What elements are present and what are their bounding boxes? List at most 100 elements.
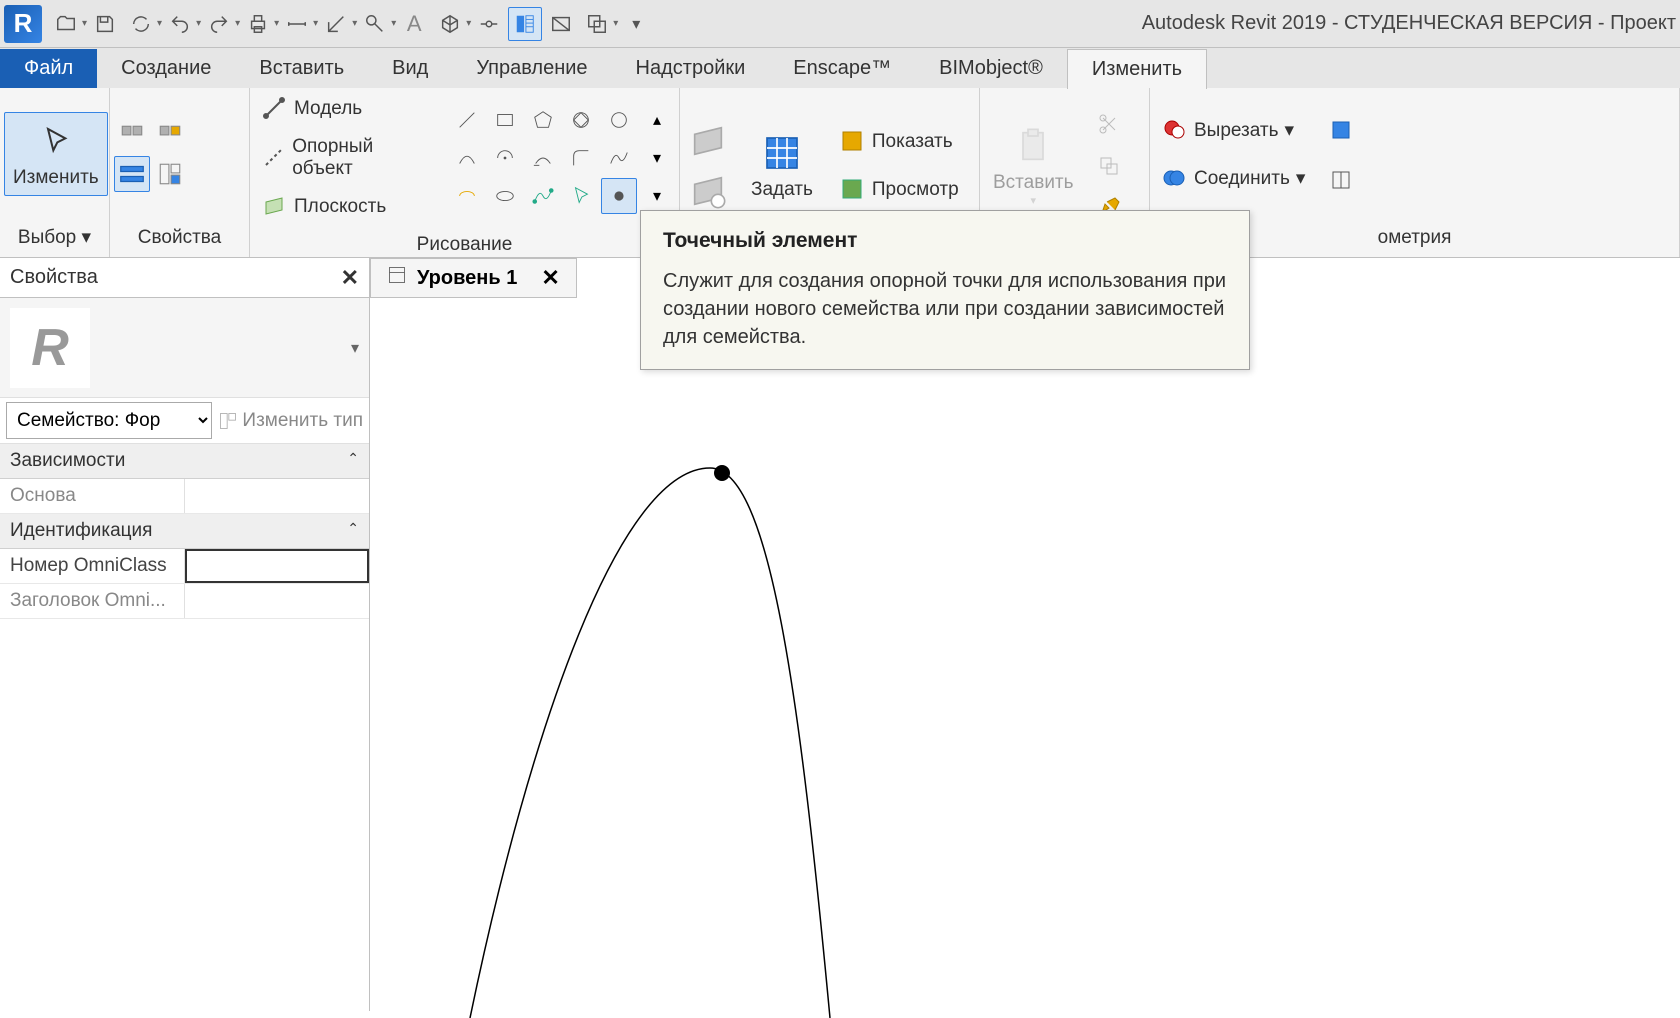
properties-icon[interactable] — [114, 118, 150, 154]
split-face-icon[interactable] — [1323, 162, 1359, 198]
set-workplane-button[interactable]: Задать — [742, 124, 822, 208]
tab-view[interactable]: Вид — [368, 49, 452, 88]
tooltip: Точечный элемент Служит для создания опо… — [640, 210, 1250, 370]
switch-windows-icon[interactable] — [580, 7, 614, 41]
line-tool-icon[interactable] — [449, 102, 485, 138]
more-mid-icon[interactable]: ▾ — [639, 140, 675, 176]
drawing-canvas[interactable] — [370, 298, 1680, 1018]
edit-type-button[interactable]: Изменить тип — [218, 410, 363, 432]
tab-file[interactable]: Файл — [0, 49, 97, 88]
ribbon-tabs: Файл Создание Вставить Вид Управление На… — [0, 48, 1680, 88]
show-icon — [840, 129, 866, 155]
viewer-button[interactable]: Просмотр — [832, 173, 967, 207]
customize-qat-icon[interactable]: ▾ — [619, 7, 653, 41]
section-icon[interactable] — [472, 7, 506, 41]
close-view-icon[interactable]: ✕ — [541, 265, 559, 291]
app-title: Autodesk Revit 2019 - СТУДЕНЧЕСКАЯ ВЕРСИ… — [1142, 12, 1676, 35]
view-icon — [387, 265, 407, 291]
save-icon[interactable] — [88, 7, 122, 41]
more-bot-icon[interactable]: ▾ — [639, 178, 675, 214]
properties-palette: Свойства ✕ R ▾ Семейство: Фор Изменить т… — [0, 258, 370, 1011]
tab-addins[interactable]: Надстройки — [612, 49, 770, 88]
open-icon[interactable] — [49, 7, 83, 41]
close-properties-icon[interactable]: ✕ — [341, 265, 359, 291]
grid-icon — [760, 131, 804, 175]
workplane-viewer-icon — [684, 167, 732, 215]
revit-logo-icon[interactable]: R — [4, 5, 42, 43]
tab-manage[interactable]: Управление — [452, 49, 611, 88]
copy-icon — [1091, 148, 1127, 184]
tooltip-body: Служит для создания опорной точки для ис… — [663, 267, 1227, 351]
content-area: Свойства ✕ R ▾ Семейство: Фор Изменить т… — [0, 258, 1680, 1011]
reference-plane-button[interactable]: Плоскость — [254, 190, 437, 224]
plane-icon — [262, 194, 288, 220]
arc-center-icon[interactable] — [487, 140, 523, 176]
group-identity[interactable]: Идентификация⌃ — [0, 514, 369, 549]
view-tab-label: Уровень 1 — [417, 267, 517, 290]
tag-icon[interactable] — [358, 7, 392, 41]
more-down-icon[interactable]: ▴ — [639, 102, 675, 138]
tab-insert[interactable]: Вставить — [235, 49, 368, 88]
close-hidden-icon[interactable] — [544, 7, 578, 41]
drawing-canvas-area: Уровень 1 ✕ — [370, 258, 1680, 1011]
dimension-icon[interactable] — [319, 7, 353, 41]
group-constraints[interactable]: Зависимости⌃ — [0, 444, 369, 479]
pick-lines-icon[interactable] — [563, 178, 599, 214]
undo-icon[interactable] — [163, 7, 197, 41]
ellipse-full-icon[interactable] — [487, 178, 523, 214]
reference-point-icon[interactable] — [714, 465, 730, 481]
panel-label-select: Выбор ▾ — [0, 220, 109, 257]
spline-points-icon[interactable] — [525, 178, 561, 214]
ellipse-partial-icon[interactable] — [449, 178, 485, 214]
modify-button[interactable]: Изменить — [4, 112, 108, 196]
reference-line-button[interactable]: Опорный объект — [254, 132, 437, 184]
type-selector[interactable]: R ▾ — [0, 298, 369, 398]
type-thumbnail-icon: R — [10, 308, 90, 388]
measure-icon[interactable] — [280, 7, 314, 41]
spline-icon[interactable] — [601, 140, 637, 176]
row-omniclass-number: Номер OmniClass — [0, 549, 369, 584]
show-button[interactable]: Показать — [832, 125, 967, 159]
polygon-circumscribed-icon[interactable] — [563, 102, 599, 138]
text-icon[interactable]: A — [397, 7, 431, 41]
default-3d-view-icon[interactable] — [433, 7, 467, 41]
show-workplane-icon — [684, 117, 732, 165]
view-tab[interactable]: Уровень 1 ✕ — [370, 258, 577, 298]
chevron-down-icon: ▾ — [351, 338, 359, 358]
panel-label-properties: Свойства — [110, 221, 249, 257]
cut-icon — [1091, 106, 1127, 142]
arc-start-end-icon[interactable] — [449, 140, 485, 176]
tooltip-title: Точечный элемент — [663, 229, 1227, 253]
quick-access-toolbar: R ▾ ▾ ▾ ▾ ▾ ▾ ▾ ▾ A ▾ ▾ ▾ Autodesk Revit… — [0, 0, 1680, 48]
join-geometry-button[interactable]: Соединить ▾ — [1154, 162, 1313, 196]
point-element-icon[interactable] — [601, 178, 637, 214]
clipboard-icon — [1011, 124, 1055, 168]
rectangle-tool-icon[interactable] — [487, 102, 523, 138]
circle-tool-icon[interactable] — [601, 102, 637, 138]
tab-bimobject[interactable]: BIMobject® — [915, 49, 1067, 88]
sync-icon[interactable] — [124, 7, 158, 41]
print-icon[interactable] — [241, 7, 275, 41]
cursor-icon — [34, 119, 78, 163]
family-category-icon[interactable] — [152, 156, 188, 192]
properties-header: Свойства ✕ — [0, 258, 369, 298]
cope-icon[interactable] — [1323, 112, 1359, 148]
thin-lines-icon[interactable] — [508, 7, 542, 41]
fillet-arc-icon[interactable] — [563, 140, 599, 176]
model-line-button[interactable]: Модель — [254, 92, 437, 126]
redo-icon[interactable] — [202, 7, 236, 41]
cut-geometry-button[interactable]: Вырезать ▾ — [1154, 114, 1313, 148]
tab-modify[interactable]: Изменить — [1067, 49, 1207, 89]
family-selector[interactable]: Семейство: Фор — [6, 402, 212, 439]
row-host: Основа — [0, 479, 369, 514]
row-omniclass-title: Заголовок Omni... — [0, 584, 369, 619]
reference-line-icon — [262, 145, 286, 171]
type-properties-icon[interactable] — [114, 156, 150, 192]
arc-tangent-icon[interactable] — [525, 140, 561, 176]
paste-button: Вставить ▾ — [984, 117, 1083, 214]
polygon-inscribed-icon[interactable] — [525, 102, 561, 138]
omniclass-number-field[interactable] — [185, 549, 370, 583]
family-types-icon[interactable] — [152, 118, 188, 154]
tab-create[interactable]: Создание — [97, 49, 235, 88]
tab-enscape[interactable]: Enscape™ — [769, 49, 915, 88]
